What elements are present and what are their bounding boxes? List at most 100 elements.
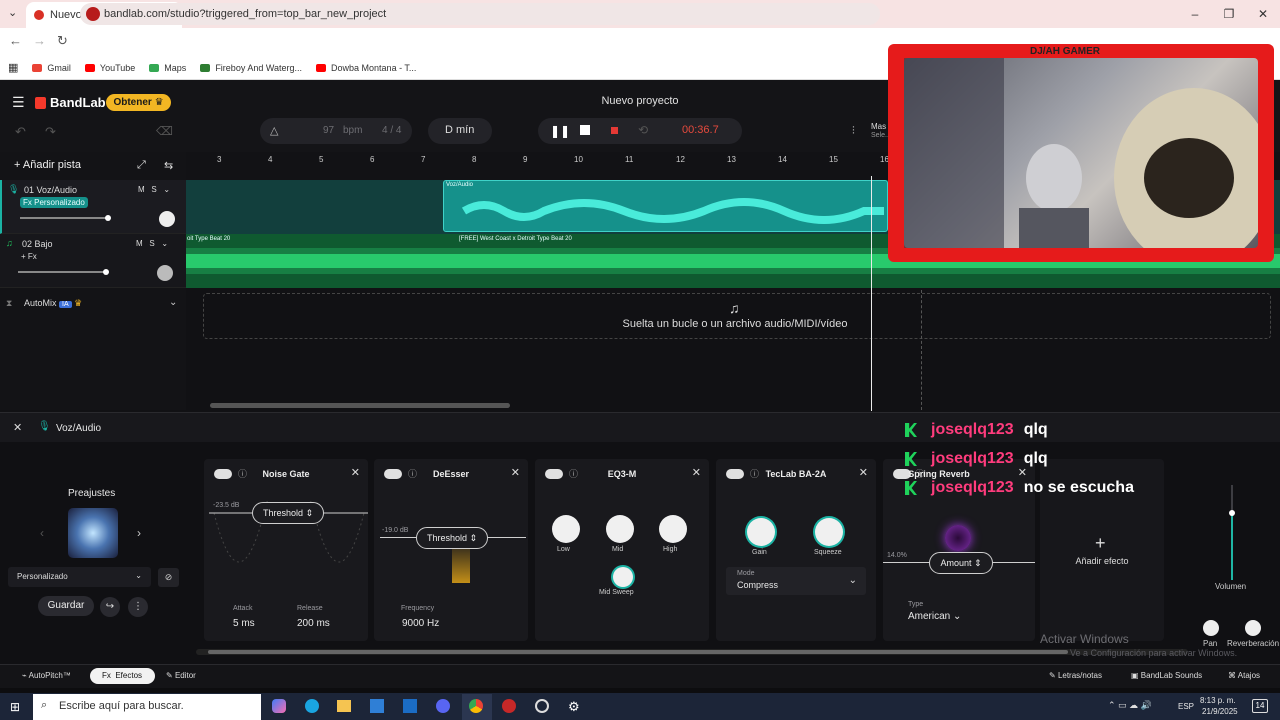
bandlab-logo[interactable]: BandLab: [35, 95, 106, 110]
next-preset-icon[interactable]: ›: [137, 526, 141, 540]
notification-badge[interactable]: 14: [1252, 699, 1268, 713]
restore-icon[interactable]: ❐: [1212, 0, 1246, 28]
clock-time[interactable]: 8:13 p. m.: [1200, 696, 1236, 705]
delete-icon[interactable]: ⌫: [156, 124, 173, 138]
windows-start-icon[interactable]: ⊞: [10, 700, 20, 714]
sounds-button[interactable]: ▣ BandLab Sounds: [1131, 671, 1202, 680]
attack-value[interactable]: 5 ms: [233, 618, 255, 629]
more-icon[interactable]: ⋮: [128, 597, 148, 617]
file-explorer-icon[interactable]: [337, 700, 351, 712]
edge-icon[interactable]: [305, 699, 319, 713]
add-track-button[interactable]: + Añadir pista: [14, 159, 81, 171]
lyrics-button[interactable]: ✎ Letras/notas: [1049, 671, 1102, 680]
tab-search-icon[interactable]: ⌄: [8, 6, 17, 19]
undo-icon[interactable]: ↶: [15, 124, 26, 140]
omnibox[interactable]: bandlab.com/studio?triggered_from=top_ba…: [80, 3, 880, 25]
pan-knob[interactable]: [159, 211, 175, 227]
site-info-icon[interactable]: [86, 7, 100, 21]
store-icon[interactable]: [370, 699, 384, 713]
project-title[interactable]: Nuevo proyecto: [540, 95, 740, 107]
playhead[interactable]: [871, 176, 872, 411]
frequency-value[interactable]: 9000 Hz: [402, 618, 439, 629]
clock-date[interactable]: 21/9/2025: [1202, 707, 1238, 716]
collapse-icon[interactable]: ⇆: [164, 159, 173, 172]
reverb-knob[interactable]: [1245, 620, 1261, 636]
copilot-icon[interactable]: [272, 699, 286, 713]
mute-solo[interactable]: M S ⌄: [136, 239, 168, 248]
close-window-icon[interactable]: ✕: [1246, 0, 1280, 28]
mode-select[interactable]: Mode Compress ⌄: [726, 567, 866, 595]
minimize-icon[interactable]: –: [1178, 0, 1212, 28]
tray-icons[interactable]: ⌃ ▭ ☁ 🔊: [1108, 700, 1152, 711]
taskbar-search[interactable]: ⌕ Escribe aquí para buscar.: [33, 694, 261, 720]
editor-tab[interactable]: ✎ Editor: [166, 671, 196, 680]
volume-slider[interactable]: [18, 269, 109, 275]
threshold-select[interactable]: Threshold ⇕: [252, 502, 324, 524]
settings-gear-icon[interactable]: ⚙: [568, 699, 580, 715]
magic-icon[interactable]: ⤢: [137, 159, 146, 172]
chevron-down-icon[interactable]: ⌄: [169, 297, 177, 308]
type-select[interactable]: American ⌄: [908, 611, 961, 622]
squeeze-knob[interactable]: [815, 518, 843, 546]
preset-select[interactable]: Personalizado ⌄: [8, 567, 151, 587]
volume-handle[interactable]: [1229, 510, 1235, 516]
pan-knob[interactable]: [157, 265, 173, 281]
time-signature[interactable]: 4 / 4: [382, 125, 401, 136]
release-value[interactable]: 200 ms: [297, 618, 330, 629]
fx-badge[interactable]: + Fx: [18, 251, 40, 262]
redo-icon[interactable]: ↷: [45, 124, 56, 140]
volume-slider[interactable]: [20, 215, 111, 221]
reload-icon[interactable]: ↻: [57, 33, 68, 49]
low-knob[interactable]: [552, 515, 580, 543]
mid-sweep-knob[interactable]: [613, 567, 633, 587]
input-language[interactable]: ESP: [1178, 702, 1194, 711]
high-knob[interactable]: [659, 515, 687, 543]
automix-row[interactable]: AutoMix IA ♛: [24, 298, 82, 309]
save-button[interactable]: Guardar: [38, 596, 94, 616]
loop-icon[interactable]: ⟲: [638, 123, 648, 137]
bpm-value[interactable]: 97: [323, 125, 334, 136]
track-bajo[interactable]: ♫ 02 Bajo M S ⌄ + Fx: [0, 234, 186, 288]
share-icon[interactable]: ↪: [100, 597, 120, 617]
threshold-select[interactable]: Threshold ⇕: [416, 527, 488, 549]
fx-scrollbar[interactable]: [208, 650, 1068, 654]
effects-tab[interactable]: Fx Efectos: [102, 671, 142, 680]
track-voz-audio[interactable]: 🎙 01 Voz/Audio M S ⌄ Fx Personalizado: [0, 180, 186, 234]
close-icon[interactable]: ✕: [13, 421, 22, 434]
clip-voz-audio[interactable]: Voz/Audio: [443, 180, 888, 232]
autopitch-tab[interactable]: ⌁ AutoPitch™: [22, 671, 71, 680]
forward-icon[interactable]: →: [33, 33, 46, 48]
remove-plugin-icon[interactable]: ✕: [351, 466, 360, 479]
metronome-icon[interactable]: △: [270, 124, 278, 137]
bookmark-fireboy[interactable]: Fireboy And Waterg...: [200, 63, 302, 73]
remove-plugin-icon[interactable]: ✕: [511, 466, 520, 479]
key-value[interactable]: D mín: [445, 124, 474, 136]
outlook-icon[interactable]: [403, 699, 417, 713]
chrome-icon[interactable]: [469, 699, 483, 713]
pause-icon[interactable]: ❚❚: [550, 124, 570, 138]
remove-plugin-icon[interactable]: ✕: [692, 466, 701, 479]
stop-icon[interactable]: [580, 125, 590, 135]
obs-icon[interactable]: [535, 699, 549, 713]
amount-select[interactable]: Amount ⇕: [929, 552, 993, 574]
fx-badge[interactable]: Fx Personalizado: [20, 197, 88, 208]
shortcuts-button[interactable]: ⌘ Atajos: [1228, 671, 1260, 680]
timeline-scrollbar[interactable]: [210, 403, 510, 408]
bookmark-gmail[interactable]: Gmail: [32, 63, 71, 73]
track-name[interactable]: 01 Voz/Audio: [24, 185, 77, 195]
bookmark-dowba[interactable]: Dowba Montana - T...: [316, 63, 416, 73]
mixer-icon[interactable]: ⫶: [852, 125, 855, 138]
pan-knob[interactable]: [1203, 620, 1219, 636]
track-name[interactable]: 02 Bajo: [22, 239, 53, 249]
menu-icon[interactable]: ☰: [12, 94, 25, 111]
mid-knob[interactable]: [606, 515, 634, 543]
back-icon[interactable]: ←: [9, 33, 22, 48]
prev-preset-icon[interactable]: ‹: [40, 526, 44, 540]
mute-solo[interactable]: M S ⌄: [138, 185, 170, 194]
bookmark-youtube[interactable]: YouTube: [84, 63, 135, 73]
apps-grid-icon[interactable]: ▦: [8, 61, 18, 74]
discord-icon[interactable]: [436, 699, 450, 713]
clear-preset-icon[interactable]: ⊘: [158, 568, 179, 587]
gain-knob[interactable]: [747, 518, 775, 546]
record-icon[interactable]: [611, 127, 618, 134]
